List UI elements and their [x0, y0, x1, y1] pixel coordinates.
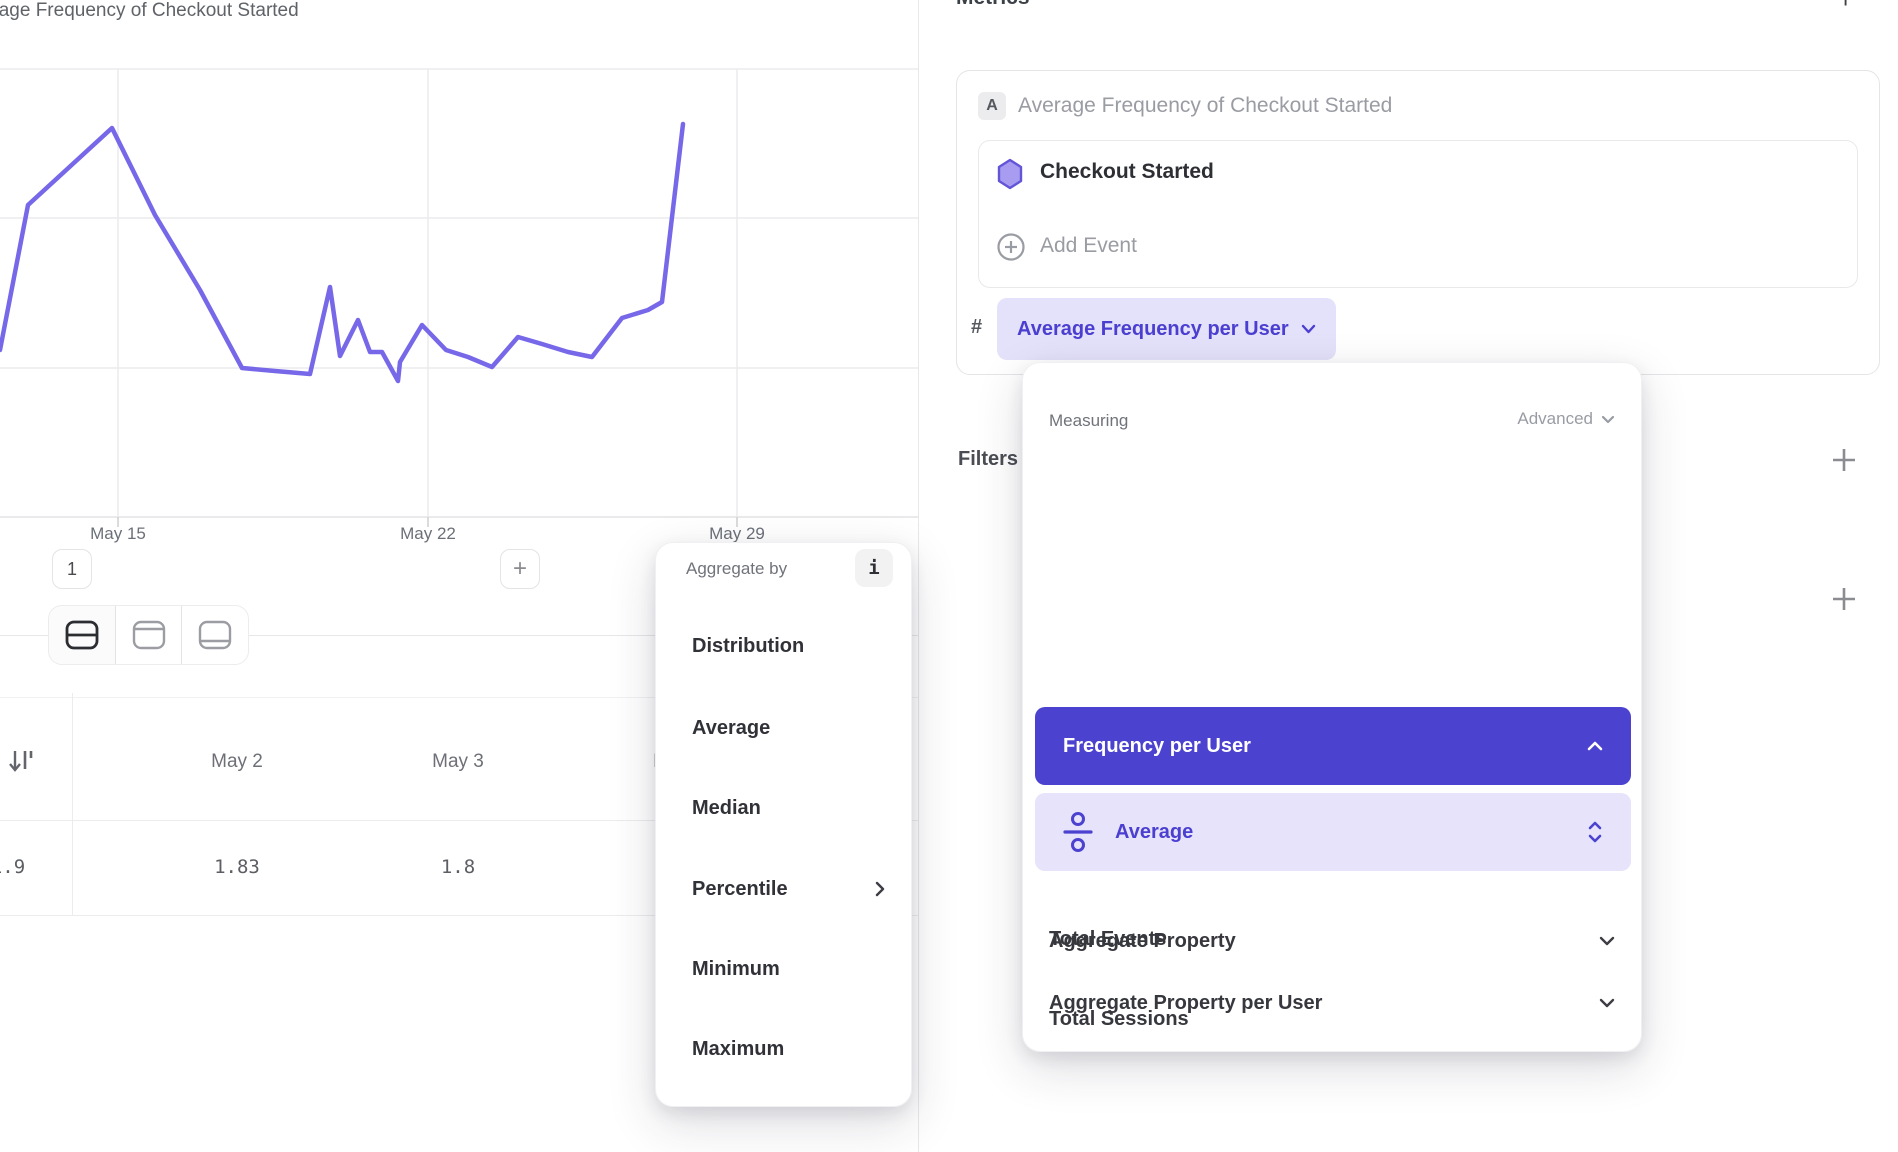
menu-item-distribution[interactable]: Distribution	[692, 628, 885, 664]
line-chart	[0, 60, 918, 560]
table-cell: 1.8	[388, 853, 528, 881]
table-header-may3[interactable]: May 3	[388, 748, 528, 776]
metrics-section-title: Metrics	[956, 0, 1030, 10]
chevron-right-icon	[875, 881, 885, 897]
aggregate-by-dropdown-panel: Aggregate by i Distribution Average Medi…	[655, 542, 912, 1107]
table-header-may2[interactable]: May 2	[167, 748, 307, 776]
menu-item-label: Minimum	[692, 958, 780, 981]
x-axis-label: May 15	[58, 524, 178, 544]
measuring-header: Measuring	[1049, 411, 1128, 431]
chart-top-icon	[130, 618, 168, 652]
plus-icon	[1830, 446, 1858, 474]
menu-item-average[interactable]: Average	[692, 710, 885, 746]
measurement-dropdown-button[interactable]: Average Frequency per User	[997, 298, 1336, 360]
menu-item-label: Median	[692, 797, 761, 820]
metric-title-input[interactable]: Average Frequency of Checkout Started	[1018, 94, 1392, 118]
menu-item-label: Aggregate Property	[1049, 930, 1236, 953]
chart-title: Average Frequency of Checkout Started	[0, 0, 299, 22]
sort-descending-icon[interactable]	[6, 746, 36, 776]
menu-item-label: Distribution	[692, 635, 804, 658]
menu-item-aggregate-property-per-user[interactable]: Aggregate Property per User	[1049, 983, 1615, 1023]
chevron-down-icon	[1301, 324, 1316, 334]
measurement-hash-label: #	[971, 316, 982, 339]
layout-split-horizontal-button[interactable]	[49, 606, 116, 664]
segment-number-button[interactable]: 1	[52, 549, 92, 589]
menu-item-label: Aggregate Property per User	[1049, 992, 1322, 1015]
add-metric-icon: +	[1838, 0, 1853, 9]
filters-section-title: Filters	[958, 448, 1018, 471]
table-cell: 1.83	[167, 853, 307, 881]
advanced-label: Advanced	[1517, 409, 1593, 429]
chevron-down-icon	[1601, 415, 1615, 424]
metrics-plus-container[interactable]: +	[1832, 0, 1862, 9]
menu-item-label: Maximum	[692, 1038, 784, 1061]
plus-icon	[1830, 585, 1858, 613]
panel-divider	[918, 0, 919, 1152]
split-horizontal-icon	[63, 618, 101, 652]
layout-chart-top-button[interactable]	[116, 606, 183, 664]
chevron-up-down-icon	[1587, 820, 1603, 844]
info-icon[interactable]: i	[855, 549, 893, 587]
x-axis-label: May 22	[368, 524, 488, 544]
metrics-header-container: Metrics	[956, 0, 1176, 13]
layout-table-bottom-button[interactable]	[182, 606, 248, 664]
table-cell: 1.9	[0, 853, 78, 881]
chart-title-container: Average Frequency of Checkout Started	[0, 0, 620, 30]
menu-item-frequency-per-user-selected[interactable]: Frequency per User	[1035, 707, 1631, 785]
x-axis-label: May 29	[677, 524, 797, 544]
add-breakdown-button[interactable]	[1830, 585, 1858, 613]
menu-item-maximum[interactable]: Maximum	[692, 1031, 885, 1067]
layout-toggle-group	[48, 605, 249, 665]
add-event-plus-icon[interactable]	[996, 232, 1026, 262]
aggregate-by-header: Aggregate by	[686, 559, 787, 579]
event-name[interactable]: Checkout Started	[1040, 160, 1214, 184]
table-column-divider	[72, 693, 73, 915]
menu-item-label: Average	[1115, 821, 1565, 844]
measurement-pill-label: Average Frequency per User	[1017, 318, 1289, 341]
advanced-toggle[interactable]: Advanced	[1517, 409, 1615, 429]
menu-item-minimum[interactable]: Minimum	[692, 951, 885, 987]
menu-item-label: Percentile	[692, 878, 788, 901]
measuring-dropdown-panel: Measuring Advanced Unique Users ⚙ Total …	[1022, 362, 1642, 1052]
event-hexagon-icon	[996, 158, 1024, 190]
average-divide-icon	[1063, 811, 1093, 853]
chevron-up-icon	[1587, 741, 1603, 751]
add-segment-button[interactable]: +	[500, 549, 540, 589]
menu-item-percentile[interactable]: Percentile	[692, 871, 885, 907]
metric-letter-badge: A	[978, 92, 1006, 120]
menu-item-aggregate-property[interactable]: Aggregate Property	[1049, 921, 1615, 961]
add-filter-button[interactable]	[1830, 446, 1858, 474]
menu-subitem-average-selected[interactable]: Average	[1035, 793, 1631, 871]
table-bottom-icon	[196, 618, 234, 652]
menu-item-median[interactable]: Median	[692, 790, 885, 826]
add-event-label[interactable]: Add Event	[1040, 234, 1137, 258]
menu-item-label: Average	[692, 717, 770, 740]
chevron-down-icon	[1599, 998, 1615, 1008]
menu-item-label: Frequency per User	[1063, 735, 1251, 758]
chevron-down-icon	[1599, 936, 1615, 946]
